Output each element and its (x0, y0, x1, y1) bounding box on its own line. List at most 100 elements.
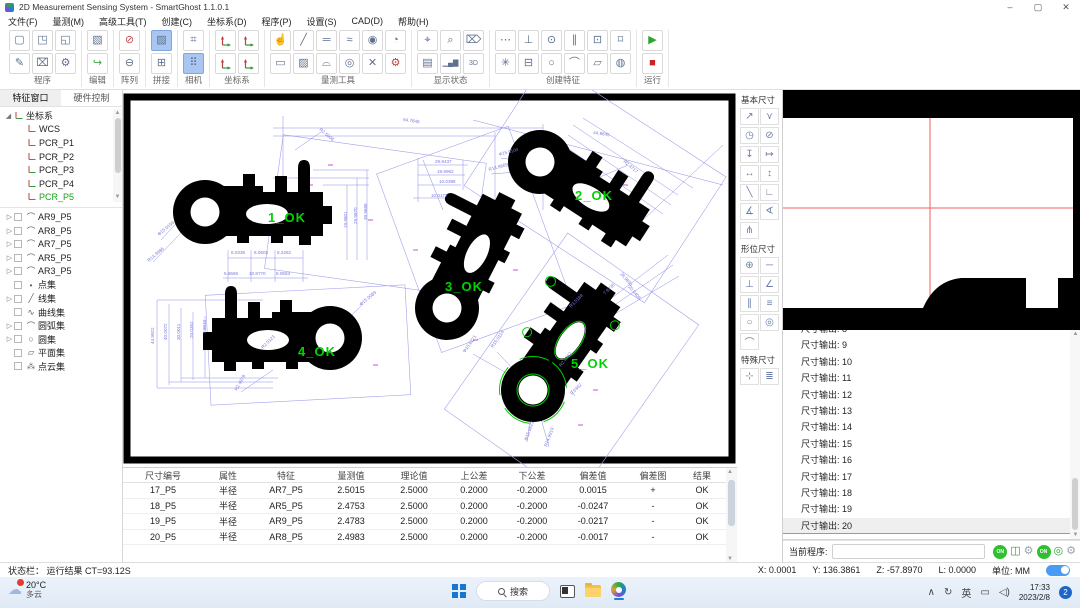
scroll-down-icon[interactable]: ▼ (1071, 531, 1080, 540)
scroll-up-icon[interactable]: ▲ (727, 469, 735, 475)
expander-icon[interactable]: ▷ (5, 335, 14, 343)
tree-item-AR7_P5[interactable]: ▷⌒AR7_P5 (0, 237, 122, 251)
tree-item-坐标系[interactable]: ◢坐标系 (0, 109, 122, 123)
create-box-point[interactable]: ⊡ (587, 30, 608, 51)
output-item[interactable]: 尺寸输出: 17 (783, 469, 1080, 485)
expander-icon[interactable]: ▷ (5, 267, 14, 275)
tree-item-平面集[interactable]: ▱平面集 (0, 346, 122, 360)
focus-frame[interactable]: ⌗ (183, 30, 204, 51)
program-settings[interactable]: ⚙ (55, 53, 76, 74)
output-item[interactable]: 尺寸输出: 14 (783, 419, 1080, 435)
menu-item-d[interactable]: 坐标系(D) (207, 15, 247, 28)
file-explorer-button[interactable] (585, 585, 601, 597)
sidebar-tab-特征窗口[interactable]: 特征窗口 (0, 90, 61, 106)
measure-parallel[interactable]: ═ (316, 30, 337, 51)
create-point-cloud[interactable]: ◍ (610, 53, 631, 74)
output-item[interactable]: 尺寸输出: 20 (783, 518, 1080, 534)
create-circle-leader[interactable]: ⊙ (541, 30, 562, 51)
menu-item-c[interactable]: 创建(C) (162, 15, 193, 28)
create-point[interactable]: ⋯ (495, 30, 516, 51)
expander-icon[interactable]: ▷ (5, 254, 14, 262)
start-button[interactable] (452, 584, 466, 598)
tree-item-点集[interactable]: •点集 (0, 278, 122, 292)
maximize-button[interactable]: ▢ (1024, 0, 1052, 14)
coord-rotate[interactable] (238, 30, 259, 51)
touch-keyboard-icon[interactable]: ▭ (980, 587, 989, 598)
array-clear[interactable]: ⊖ (119, 53, 140, 74)
output-item[interactable]: 尺寸输出: 15 (783, 436, 1080, 452)
run-program[interactable]: ▶ (642, 30, 663, 51)
minimize-button[interactable]: – (996, 0, 1024, 14)
gdt-concentricity[interactable]: ◎ (760, 314, 779, 331)
select-region[interactable]: ⌧ (32, 53, 53, 74)
visibility-checkbox[interactable] (14, 322, 22, 330)
measure-circle[interactable]: ◉ (362, 30, 383, 51)
stitch-config[interactable]: ⊞ (151, 53, 172, 74)
tree-item-AR8_P5[interactable]: ▷⌒AR8_P5 (0, 224, 122, 238)
tree-item-PCR_P4[interactable]: PCR_P4 (0, 177, 122, 191)
dim-tangent-distance-2[interactable]: ↦ (760, 146, 779, 163)
dim-tangent-distance[interactable]: ↧ (740, 146, 759, 163)
dim-angle-multi[interactable]: ⋔ (740, 222, 759, 239)
array-disable[interactable]: ⊘ (119, 30, 140, 51)
capture-program-icon[interactable]: ◎ (1054, 546, 1064, 557)
measure-gear[interactable]: ⚙ (385, 53, 406, 74)
save-program[interactable]: ◱ (55, 30, 76, 51)
output-item[interactable]: 尺寸输出: 11 (783, 370, 1080, 386)
visibility-checkbox[interactable] (14, 240, 22, 248)
expander-icon[interactable]: ▷ (5, 240, 14, 248)
create-corner[interactable]: ⌑ (610, 30, 631, 51)
gdt-roundness[interactable]: ○ (740, 314, 759, 331)
create-burst-point[interactable]: ✳ (495, 53, 516, 74)
tree-item-PCR_P1[interactable]: PCR_P1 (0, 136, 122, 150)
menu-item-t[interactable]: 高级工具(T) (99, 15, 147, 28)
new-program[interactable]: ▢ (9, 30, 30, 51)
visibility-checkbox[interactable] (14, 281, 22, 289)
expander-icon[interactable]: ▷ (5, 227, 14, 235)
dim-line-angle[interactable]: ∟ (760, 184, 779, 201)
display-output-icon[interactable]: ◫ (1010, 546, 1020, 557)
step-run[interactable]: ↪ (87, 53, 108, 74)
show-tools[interactable]: ⌦ (463, 30, 484, 51)
light-toggle-on[interactable]: ON (993, 545, 1007, 559)
tree-item-点云集[interactable]: ⁂点云集 (0, 360, 122, 374)
tree-item-WCS[interactable]: WCS (0, 123, 122, 137)
gdt-angularity[interactable]: ∠ (760, 276, 779, 293)
gdt-position[interactable]: ⊕ (740, 257, 759, 274)
sync-icon[interactable]: ↻ (944, 587, 952, 598)
menu-item-h[interactable]: 帮助(H) (398, 15, 429, 28)
tree-scrollbar[interactable]: ▲▼ (113, 109, 122, 202)
dim-circle[interactable]: ◷ (740, 127, 759, 144)
show-features[interactable]: ⌕ (440, 30, 461, 51)
coord-translate[interactable] (215, 53, 236, 74)
table-row[interactable]: 19_P5半径AR9_P52.47832.50000.2000-0.2000-0… (123, 514, 737, 530)
output-item[interactable]: 尺寸输出: 19 (783, 501, 1080, 517)
visibility-checkbox[interactable] (14, 349, 22, 357)
gdt-perpendicularity[interactable]: ⊥ (740, 276, 759, 293)
menu-item-m[interactable]: 量测(M) (53, 15, 85, 28)
measure-line[interactable]: ╱ (293, 30, 314, 51)
output-item[interactable]: 尺寸输出: 16 (783, 452, 1080, 468)
table-scrollbar[interactable]: ▲ ▼ (726, 468, 737, 563)
visibility-checkbox[interactable] (14, 308, 22, 316)
special-caliper[interactable]: ⊹ (740, 368, 759, 385)
show-3d[interactable]: 3D (463, 53, 484, 74)
open-program[interactable]: ◳ (32, 30, 53, 51)
tree-item-AR5_P5[interactable]: ▷⌒AR5_P5 (0, 251, 122, 265)
visibility-checkbox[interactable] (14, 362, 22, 370)
close-button[interactable]: ✕ (1052, 0, 1080, 14)
expander-icon[interactable]: ▷ (5, 295, 14, 303)
dim-point-distance[interactable]: ↗ (740, 108, 759, 125)
dim-diameter[interactable]: ⊘ (760, 127, 779, 144)
show-chart[interactable]: ▁▄▇ (440, 53, 461, 74)
dim-line-length[interactable]: ╲ (740, 184, 759, 201)
scroll-up-icon[interactable]: ▲ (1071, 330, 1080, 339)
cad-viewport[interactable]: 64.764644.964539.968829.987019.9801R2.50… (123, 90, 737, 467)
menu-item-f[interactable]: 文件(F) (8, 15, 38, 28)
measure-curve[interactable]: ≈ (339, 30, 360, 51)
visibility-checkbox[interactable] (14, 227, 22, 235)
taskbar-search[interactable]: 搜索 (476, 581, 550, 601)
measure-fix[interactable]: ✕ (362, 53, 383, 74)
tree-item-AR9_P5[interactable]: ▷⌒AR9_P5 (0, 210, 122, 224)
scroll-up-icon[interactable]: ▲ (113, 109, 122, 118)
